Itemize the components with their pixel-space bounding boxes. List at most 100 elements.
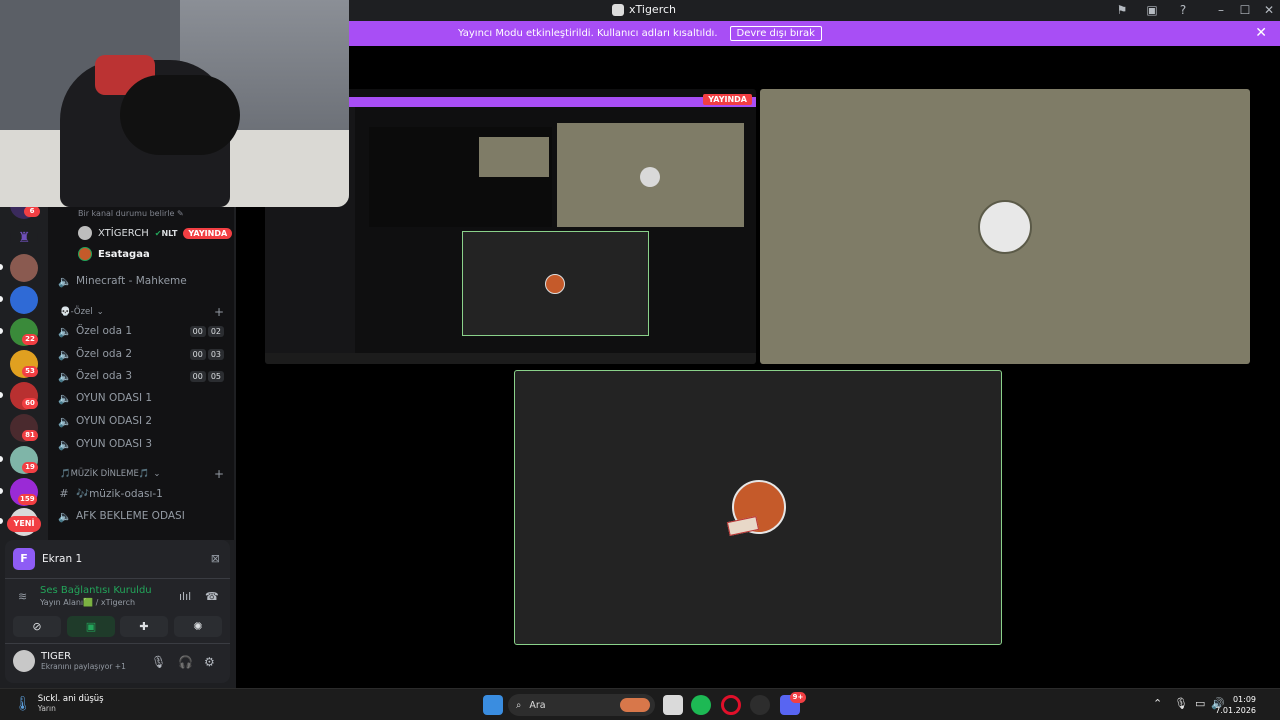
clock-date: 7.01.2026: [1215, 706, 1256, 715]
person-head: [120, 75, 240, 155]
voice-channel[interactable]: 🔈 OYUN ODASI 1: [58, 389, 228, 407]
stop-screen-icon[interactable]: ⊠: [211, 552, 220, 565]
microphone-icon[interactable]: 🎙: [151, 655, 166, 669]
discord-badge: 9+: [790, 692, 806, 703]
chevron-down-icon: ⌄: [96, 307, 104, 317]
disable-streamer-mode-button[interactable]: Devre dışı bırak: [729, 26, 822, 41]
close-banner-icon[interactable]: ✕: [1255, 25, 1267, 41]
screen-app-icon: F: [13, 548, 35, 570]
avatar: [13, 650, 35, 672]
voice-channel[interactable]: 🔈 Özel oda 1 00 02: [58, 322, 228, 340]
voice-channel[interactable]: 🔈 OYUN ODASI 2: [58, 412, 228, 430]
member-tag: ✔NLT: [155, 229, 178, 238]
channel-status-prompt[interactable]: Bir kanal durumu belirle ✎: [78, 209, 184, 218]
screen-share-button[interactable]: ▣: [67, 616, 115, 637]
soundboard-button[interactable]: ✺: [174, 616, 222, 637]
participant-tile[interactable]: [760, 89, 1250, 364]
weather-widget[interactable]: 🌡 Sıckl. ani düşüş Yarın: [14, 694, 104, 713]
clock[interactable]: 01:09 7.01.2026: [1215, 694, 1256, 716]
nested-tile: [479, 137, 549, 177]
voice-member[interactable]: XTİGERCH ✔NLT YAYINDA: [78, 225, 233, 241]
voice-channel[interactable]: 🔈 Özel oda 3 00 05: [58, 367, 228, 385]
help-icon[interactable]: ?: [1176, 3, 1190, 17]
settings-gear-icon[interactable]: ⚙: [204, 655, 215, 669]
display-icon[interactable]: ▭: [1195, 697, 1205, 710]
nested-taskbar: [265, 353, 756, 364]
speaker-icon: 🔈: [58, 391, 72, 405]
channel-name: Özel oda 2: [76, 348, 133, 360]
opera-icon[interactable]: [721, 695, 741, 715]
unread-pill: [0, 296, 3, 302]
spotify-icon[interactable]: [691, 695, 711, 715]
user-area[interactable]: TIGER Ekranını paylaşıyor +1: [13, 650, 126, 672]
server-icon[interactable]: ♜: [10, 224, 38, 252]
unread-pill: [0, 264, 3, 270]
text-channel[interactable]: # 🎶müzik-odası-1: [58, 484, 228, 502]
maximize-icon[interactable]: ☐: [1238, 3, 1252, 17]
new-servers-badge[interactable]: YENİ: [7, 516, 41, 532]
user-count: 00: [189, 370, 206, 382]
voice-panel: F Ekran 1 ⊠ ≋ Ses Bağlantısı Kuruldu Yay…: [5, 540, 230, 683]
speaker-icon: 🔈: [58, 369, 72, 383]
voice-channel[interactable]: 🔈 AFK BEKLEME ODASI: [58, 507, 228, 525]
server-mention-badge: 81: [22, 430, 38, 441]
category-music[interactable]: 🎵MÜZİK DİNLEME🎵 ⌄: [60, 467, 161, 481]
webcam-overlay: [0, 0, 349, 207]
add-channel-icon[interactable]: +: [214, 467, 224, 481]
user-count: 00: [189, 325, 206, 337]
category-private[interactable]: 💀-Özel ⌄: [60, 305, 104, 319]
user-limit: 00 02: [189, 325, 224, 337]
obs-icon[interactable]: [750, 695, 770, 715]
add-channel-icon[interactable]: +: [214, 305, 224, 319]
tray-chevron-icon[interactable]: ⌃: [1153, 697, 1162, 710]
category-name: 🎵MÜZİK DİNLEME🎵: [60, 469, 150, 479]
live-badge: YAYINDA: [183, 227, 233, 239]
thermometer-icon: 🌡: [14, 695, 32, 712]
flag-icon[interactable]: ⚑: [1115, 3, 1129, 17]
hash-icon: #: [59, 486, 69, 500]
inbox-icon[interactable]: ▣: [1145, 3, 1159, 17]
channel-name: OYUN ODASI 1: [76, 392, 153, 404]
app-icon: [612, 3, 624, 16]
server-icon[interactable]: [10, 254, 38, 282]
avatar: [978, 200, 1032, 254]
participant-tile-speaking[interactable]: [514, 370, 1002, 645]
channel-name: Özel oda 3: [76, 370, 133, 382]
member-name: Esatagaa: [98, 248, 150, 260]
taskbar-search[interactable]: ⌕ Ara: [508, 694, 655, 716]
minimize-icon[interactable]: –: [1214, 3, 1228, 17]
speaker-icon: 🔈: [58, 437, 72, 451]
pencil-icon: ✎: [177, 209, 184, 218]
noise-suppression-icon[interactable]: ılıl: [179, 590, 191, 603]
member-name: XTİGERCH: [98, 227, 149, 239]
avatar: [545, 274, 565, 294]
voice-channel[interactable]: 🔈 OYUN ODASI 3: [58, 435, 228, 453]
voice-status[interactable]: Ses Bağlantısı Kuruldu: [40, 585, 152, 596]
unread-pill: [0, 518, 3, 524]
avatar: [78, 247, 92, 261]
channel-name: Minecraft - Mahkeme: [76, 275, 187, 287]
avatar: [640, 167, 660, 187]
voice-channel[interactable]: 🔈 Minecraft - Mahkeme: [58, 272, 228, 290]
server-icon[interactable]: [10, 286, 38, 314]
weather-title: Sıckl. ani düşüş: [37, 694, 104, 704]
discord-icon[interactable]: 9+: [780, 692, 806, 715]
activities-button[interactable]: ✚: [120, 616, 168, 637]
voice-member[interactable]: Esatagaa: [78, 246, 150, 262]
windows-taskbar: 🌡 Sıckl. ani düşüş Yarın ⌕ Ara 9+ ⌃ 🎙 ▭ …: [0, 688, 1280, 720]
user-count: 00: [189, 348, 206, 360]
channel-status-text: Bir kanal durumu belirle: [78, 209, 175, 218]
camera-toggle-button[interactable]: ⊘: [13, 616, 61, 637]
microphone-icon[interactable]: 🎙: [1174, 697, 1188, 710]
headphones-icon[interactable]: 🎧: [178, 655, 193, 669]
channel-name: OYUN ODASI 2: [76, 415, 153, 427]
voice-location[interactable]: Yayın Alanı🟩 / xTigerch: [40, 598, 135, 607]
disconnect-icon[interactable]: ☎: [205, 590, 219, 603]
start-button[interactable]: [483, 695, 503, 715]
file-explorer-icon[interactable]: [663, 695, 683, 715]
voice-channel[interactable]: 🔈 Özel oda 2 00 03: [58, 345, 228, 363]
window-title-text: xTigerch: [629, 3, 676, 16]
speaker-icon: 🔈: [58, 414, 72, 428]
chevron-down-icon: ⌄: [153, 469, 161, 479]
close-window-icon[interactable]: ✕: [1262, 3, 1276, 17]
